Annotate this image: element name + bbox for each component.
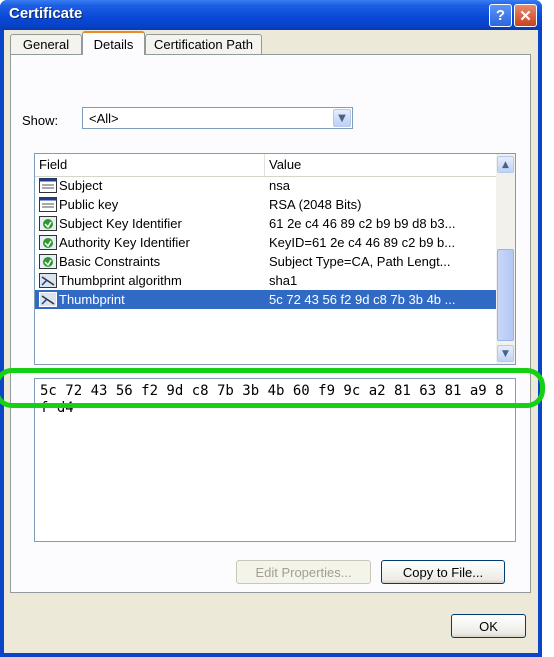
copy-to-file-button[interactable]: Copy to File... (381, 560, 505, 584)
list-item[interactable]: Public key RSA (2048 Bits) (35, 195, 497, 214)
list-item[interactable]: Subject nsa (35, 176, 497, 195)
field-value: Subject Type=CA, Path Lengt... (269, 254, 451, 269)
cert-property-icon (39, 292, 57, 307)
field-value: nsa (269, 178, 290, 193)
help-icon: ? (495, 7, 506, 24)
field-value: 61 2e c4 46 89 c2 b9 b9 d8 b3... (269, 216, 456, 231)
chevron-down-icon[interactable]: ▼ (333, 109, 351, 127)
field-name: Basic Constraints (59, 254, 161, 269)
scroll-down-icon[interactable]: ▼ (497, 345, 514, 362)
title-bar[interactable]: Certificate ? ✕ (0, 0, 542, 30)
field-name: Public key (59, 197, 119, 212)
tab-details[interactable]: Details (82, 31, 145, 55)
column-header-field[interactable]: Field (35, 154, 265, 176)
list-header: Field Value (35, 154, 497, 177)
field-value: 5c 72 43 56 f2 9d c8 7b 3b 4b ... (269, 292, 456, 307)
scrollbar-thumb[interactable] (497, 249, 514, 341)
column-header-value[interactable]: Value (265, 154, 497, 176)
show-dropdown-value: <All> (89, 111, 119, 126)
cert-extension-icon (39, 254, 57, 269)
list-item[interactable]: Authority Key Identifier KeyID=61 2e c4 … (35, 233, 497, 252)
ok-button[interactable]: OK (451, 614, 526, 638)
field-detail-text: 5c 72 43 56 f2 9d c8 7b 3b 4b 60 f9 9c a… (40, 383, 504, 416)
list-item[interactable]: Basic Constraints Subject Type=CA, Path … (35, 252, 497, 271)
field-name: Thumbprint (59, 292, 125, 307)
help-button[interactable]: ? (489, 4, 512, 27)
field-name: Thumbprint algorithm (59, 273, 182, 288)
tab-general[interactable]: General (10, 34, 82, 54)
cert-property-icon (39, 273, 57, 288)
window-title: Certificate (9, 5, 83, 22)
cert-field-icon (39, 178, 57, 193)
show-label: Show: (22, 113, 59, 128)
field-name: Subject Key Identifier (59, 216, 182, 231)
cert-extension-icon (39, 216, 57, 231)
field-value: sha1 (269, 273, 298, 288)
show-dropdown[interactable]: <All> ▼ (82, 107, 353, 129)
list-item[interactable]: Thumbprint algorithm sha1 (35, 271, 497, 290)
close-icon: ✕ (519, 7, 532, 25)
cert-extension-icon (39, 235, 57, 250)
cert-field-icon (39, 197, 57, 212)
tab-certification-path[interactable]: Certification Path (145, 34, 262, 54)
field-name: Subject (59, 178, 103, 193)
field-value: KeyID=61 2e c4 46 89 c2 b9 b... (269, 235, 456, 250)
field-list[interactable]: Field Value Subject nsa Public key RSA (… (34, 153, 516, 365)
list-item[interactable]: Subject Key Identifier 61 2e c4 46 89 c2… (35, 214, 497, 233)
field-detail-box[interactable]: 5c 72 43 56 f2 9d c8 7b 3b 4b 60 f9 9c a… (34, 378, 516, 542)
field-value: RSA (2048 Bits) (269, 197, 362, 212)
edit-properties-button[interactable]: Edit Properties... (236, 560, 371, 584)
list-scrollbar[interactable]: ▲ ▼ (496, 154, 515, 364)
close-button[interactable]: ✕ (514, 4, 537, 27)
field-name: Authority Key Identifier (59, 235, 190, 250)
scroll-up-icon[interactable]: ▲ (497, 156, 514, 173)
list-item-selected[interactable]: Thumbprint 5c 72 43 56 f2 9d c8 7b 3b 4b… (35, 290, 497, 309)
